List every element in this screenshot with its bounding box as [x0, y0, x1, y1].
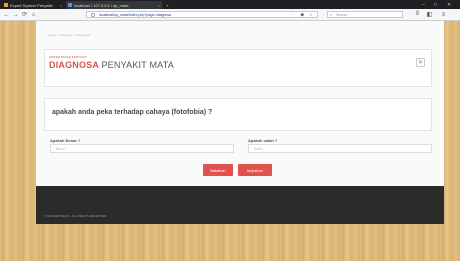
- page-footer: © SISTEM PAKAR - ALL RIGHTS RESERVED: [36, 186, 444, 224]
- option-false-input[interactable]: Salah: [248, 144, 432, 153]
- search-bar[interactable]: ⌕ Search: [327, 11, 403, 18]
- header-tagline: SISTEM PAKAR PENYAKIT: [49, 55, 87, 59]
- search-icon: ⌕: [330, 12, 333, 17]
- option-true-input[interactable]: Benar: [50, 144, 234, 153]
- reload-icon[interactable]: ⟳: [21, 11, 28, 18]
- browser-tab-1[interactable]: Expert System Penyakit ×: [2, 1, 64, 9]
- forward-arrow-icon[interactable]: →: [12, 11, 19, 18]
- tab-title: localhost / 127.0.0.1 / sp_mata: [74, 2, 129, 8]
- cancel-button[interactable]: Batalkan: [203, 164, 233, 176]
- option-true-label: Apakah Benar ?: [50, 138, 81, 143]
- breadcrumb: Home > Diagnosa > Pertanyaan: [48, 33, 91, 37]
- title-accent: DIAGNOSA: [49, 60, 99, 70]
- tab-title: Expert System Penyakit: [10, 2, 53, 8]
- new-tab-button[interactable]: +: [166, 1, 174, 9]
- menu-icon[interactable]: ≡: [440, 11, 447, 18]
- option-false-placeholder: Salah: [254, 147, 263, 151]
- page-title: DIAGNOSA PENYAKIT MATA: [49, 60, 174, 70]
- url-text: localhost/sp_mata/index.php?page=diagnos…: [99, 13, 172, 17]
- page-content: Home > Diagnosa > Pertanyaan SISTEM PAKA…: [36, 21, 444, 186]
- tab-close-icon[interactable]: ×: [158, 3, 160, 8]
- home-icon[interactable]: ⌂: [30, 11, 37, 18]
- maximize-button[interactable]: □: [434, 1, 437, 8]
- question-marker: •: [52, 103, 54, 107]
- browser-nav-bar: ← → ⟳ ⌂ localhost/sp_mata/index.php?page…: [0, 9, 460, 21]
- close-icon[interactable]: ✕: [416, 58, 425, 67]
- pocket-icon[interactable]: ⬢: [301, 12, 305, 18]
- footer-text: © SISTEM PAKAR - ALL RIGHTS RESERVED: [44, 214, 107, 218]
- tab-favicon-icon: [4, 3, 8, 7]
- browser-tab-2[interactable]: localhost / 127.0.0.1 / sp_mata ×: [66, 1, 162, 9]
- question-card: • apakah anda peka terhadap cahaya (foto…: [44, 98, 432, 131]
- library-icon[interactable]: ⫴: [414, 11, 421, 18]
- info-icon: [91, 13, 95, 17]
- browser-tab-bar: Expert System Penyakit × localhost / 127…: [0, 0, 460, 9]
- minimize-button[interactable]: –: [422, 1, 425, 8]
- window-close-button[interactable]: ✕: [447, 1, 451, 8]
- tab-close-icon[interactable]: ×: [60, 3, 62, 8]
- option-false-label: Apakah salah ?: [248, 138, 278, 143]
- bookmark-star-icon[interactable]: ☆: [309, 12, 313, 18]
- tab-favicon-icon: [68, 3, 72, 7]
- page-actions-icon[interactable]: ···: [291, 12, 295, 18]
- question-text: apakah anda peka terhadap cahaya (fotofo…: [52, 109, 213, 116]
- next-button[interactable]: lanjutkan: [238, 164, 272, 176]
- url-bar[interactable]: localhost/sp_mata/index.php?page=diagnos…: [86, 11, 318, 18]
- sidebar-icon[interactable]: ◧: [426, 11, 433, 18]
- option-true-placeholder: Benar: [56, 147, 66, 151]
- title-rest: PENYAKIT MATA: [101, 60, 174, 70]
- page-header-card: SISTEM PAKAR PENYAKIT DIAGNOSA PENYAKIT …: [44, 49, 432, 87]
- search-placeholder: Search: [336, 13, 348, 17]
- back-arrow-icon[interactable]: ←: [3, 11, 10, 18]
